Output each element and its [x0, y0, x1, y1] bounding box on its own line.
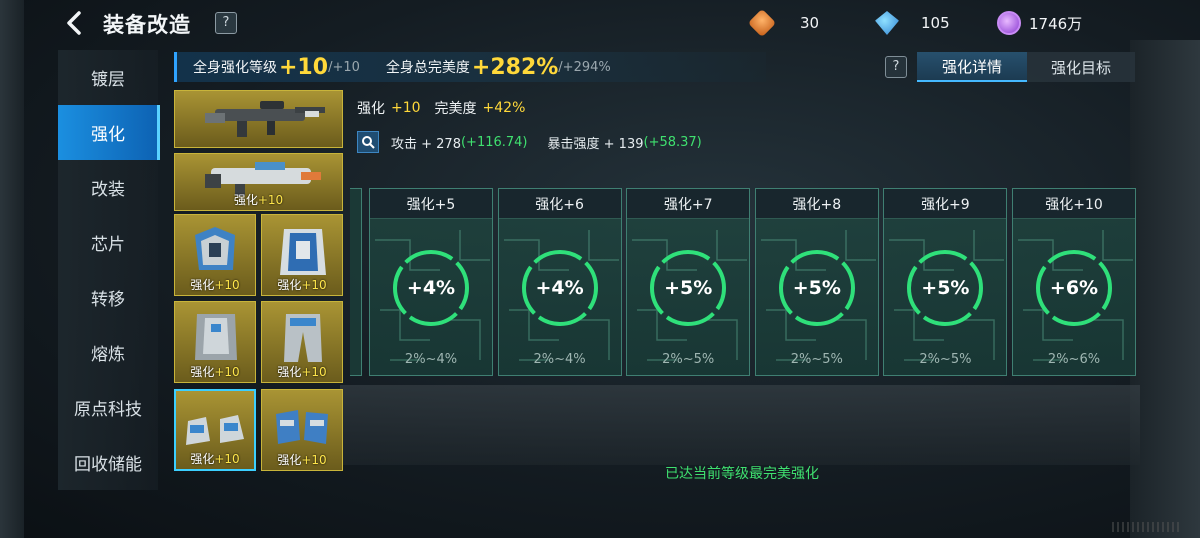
- nav-item-modify[interactable]: 改装: [58, 160, 158, 215]
- overall-stats-bar: 全身强化等级 +10 /+10 全身总完美度 +282% /+294%: [174, 52, 766, 82]
- selected-item-stats: 攻击 + 278 (+116.74) 暴击强度 + 139 (+58.37): [357, 131, 702, 153]
- level-bonus-range: 2%~6%: [1047, 352, 1101, 367]
- tab-enhance-detail[interactable]: 强化详情: [917, 52, 1027, 82]
- side-nav: 镀层 强化 改装 芯片 转移 熔炼 原点科技 回收储能: [58, 50, 160, 490]
- attack-stat: 攻击 + 278: [391, 136, 461, 152]
- help-icon[interactable]: ?: [215, 12, 237, 34]
- equip-level-label: 强化+10: [277, 278, 327, 292]
- overall-level-max: /+10: [328, 59, 360, 75]
- equip-slot-armor[interactable]: 强化+10: [174, 214, 256, 296]
- level-bonus-range: 2%~4%: [404, 352, 458, 367]
- nav-item-plating[interactable]: 镀层: [58, 50, 158, 105]
- nav-item-chip[interactable]: 芯片: [58, 215, 158, 270]
- nav-item-enhance[interactable]: 强化: [58, 105, 160, 160]
- equip-level-label: 强化+10: [233, 193, 284, 207]
- level-bonus-range: 2%~5%: [790, 352, 843, 367]
- decorative-dots: [1112, 522, 1182, 532]
- resource-blue[interactable]: 105: [875, 10, 950, 36]
- nav-item-transfer[interactable]: 转移: [58, 270, 158, 325]
- level-card-title: 强化+7: [627, 189, 750, 219]
- equip-level-label: 强化+10: [277, 453, 327, 467]
- perfect-label: 完美度: [434, 101, 477, 117]
- blue-crystal-icon: [875, 11, 899, 35]
- level-card-title: 强化+5: [370, 189, 492, 219]
- resource-blue-value: 105: [921, 14, 950, 32]
- background-right-wall: [1130, 40, 1200, 538]
- resource-gold-value: 30: [800, 14, 820, 32]
- level-bonus-value: +5%: [792, 277, 841, 299]
- equip-level-label: 强化+10: [277, 365, 327, 379]
- background-floor: [340, 385, 1140, 465]
- level-bonus-range: 2%~5%: [662, 352, 715, 367]
- nav-item-origin-tech[interactable]: 原点科技: [58, 380, 158, 435]
- crit-stat: 暴击强度 + 139: [547, 136, 644, 152]
- background-left-wall: [0, 0, 24, 538]
- equip-slot-vest[interactable]: 强化+10: [261, 214, 343, 296]
- equip-slot-chest[interactable]: 强化+10: [174, 301, 256, 383]
- overall-perfect-max: /+294%: [558, 59, 611, 75]
- level-bonus-range: 2%~4%: [533, 352, 586, 367]
- nav-item-recycle[interactable]: 回收储能: [58, 435, 158, 490]
- equip-level-label: 强化+10: [190, 365, 240, 379]
- level-card: 强化+8 +5% 2%~5%: [754, 188, 879, 376]
- purple-coin-icon: [997, 11, 1021, 35]
- level-card: 强化+7 +5% 2%~5%: [626, 188, 751, 376]
- level-bonus-value: +6%: [1049, 277, 1099, 299]
- page-title: 装备改造: [103, 13, 191, 37]
- search-icon: [362, 136, 375, 149]
- rifle-icon: [205, 101, 325, 137]
- attack-bonus: (+116.74): [460, 134, 528, 150]
- level-card: 强化+5 +4% 2%~4%: [369, 188, 493, 376]
- equip-slot-gloves[interactable]: 强化+10: [261, 389, 343, 471]
- level-card: 强化+10 +6% 2%~6%: [1012, 188, 1136, 376]
- enhance-label: 强化: [357, 101, 385, 117]
- level-card-title: 强化+6: [498, 189, 621, 219]
- equip-level-label: 强化+10: [190, 452, 240, 466]
- gold-gem-icon: [747, 8, 777, 38]
- status-message: 已达当前等级最完美强化: [665, 466, 819, 482]
- resource-purple-value: 1746万: [1029, 14, 1083, 33]
- tab-enhance-goal[interactable]: 强化目标: [1027, 52, 1135, 82]
- level-bonus-value: +4%: [406, 277, 456, 299]
- overall-perfect-value: +282%: [471, 54, 559, 80]
- level-card: 强化+6 +4% 2%~4%: [497, 188, 622, 376]
- tab-help-icon[interactable]: ?: [885, 56, 907, 78]
- level-bonus-value: +5%: [921, 277, 970, 299]
- level-card-title: 强化+10: [1013, 189, 1135, 219]
- level-card: 强化+9 +5% 2%~5%: [883, 188, 1008, 376]
- crit-bonus: (+58.37): [643, 134, 702, 150]
- top-bar: 装备改造 ? 30 105 1746万: [0, 0, 1200, 46]
- magnify-button[interactable]: [357, 131, 379, 153]
- overall-perfect-label: 全身总完美度: [385, 60, 470, 76]
- selected-item-summary: 强化 +10 完美度 +42%: [357, 98, 525, 118]
- equip-slot-rifle[interactable]: [174, 90, 343, 148]
- level-card-title: 强化+8: [755, 189, 878, 219]
- equip-level-label: 强化+10: [190, 278, 240, 292]
- level-card-title: 强化+9: [884, 189, 1007, 219]
- perfect-value: +42%: [482, 100, 526, 116]
- level-bonus-value: +5%: [664, 277, 713, 299]
- enhance-value: +10: [391, 100, 421, 116]
- equip-slot-pants[interactable]: 强化+10: [261, 301, 343, 383]
- resource-gold[interactable]: 30: [747, 8, 820, 38]
- equip-slot-heavy-gun[interactable]: 强化+10: [174, 153, 343, 211]
- resource-purple[interactable]: 1746万: [997, 10, 1082, 36]
- equip-slot-boots[interactable]: 强化+10: [174, 389, 256, 471]
- overall-level-value: +10: [279, 54, 329, 80]
- nav-item-smelt[interactable]: 熔炼: [58, 325, 158, 380]
- back-button[interactable]: [60, 8, 90, 38]
- chevron-left-icon: [67, 11, 81, 35]
- level-bonus-range: 2%~5%: [919, 352, 972, 367]
- level-card-partial: [350, 188, 362, 376]
- level-bonus-value: +4%: [535, 277, 584, 299]
- overall-level-label: 全身强化等级: [193, 60, 277, 76]
